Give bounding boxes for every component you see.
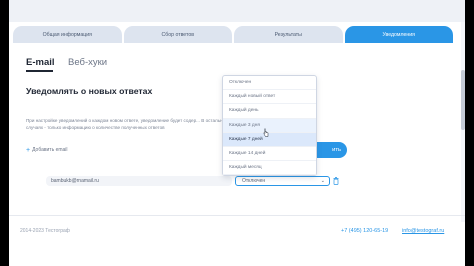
dropdown-option[interactable]: Отключен — [223, 76, 316, 91]
tab-notifications[interactable]: Уведомления — [344, 26, 453, 44]
footer-phone[interactable]: +7 (495) 120-65-19 — [341, 228, 388, 234]
scrollbar-thumb[interactable] — [461, 70, 465, 130]
dropdown-option[interactable]: Каждые 3 дня — [223, 118, 316, 133]
footer-email[interactable]: info@testograf.ru — [402, 228, 444, 234]
tab-results[interactable]: Результаты — [234, 26, 343, 44]
subtab-email[interactable]: E-mail — [26, 57, 55, 68]
tab-general[interactable]: Общая информация — [13, 26, 122, 44]
footer-divider — [9, 215, 465, 216]
section-tabs: Общая информация Сбор ответов Результаты… — [13, 26, 453, 44]
frequency-dropdown: Отключен Каждый новый ответ Каждый день … — [222, 75, 317, 176]
mouse-cursor-icon — [263, 128, 269, 137]
chevron-down-icon: ⌄ — [320, 178, 325, 184]
email-field[interactable]: bambukb@rnamail.ru — [46, 176, 232, 186]
frequency-select-value: Отключен — [242, 178, 266, 184]
notification-note: При настройке уведомлений о каждом новом… — [26, 118, 229, 130]
subtab-webhooks[interactable]: Веб-хуки — [68, 57, 107, 68]
plus-icon: + — [26, 147, 31, 154]
frequency-select[interactable]: Отключен ⌄ — [235, 176, 330, 186]
dropdown-option[interactable]: Каждые 14 дней — [223, 147, 316, 162]
right-letterbox — [465, 0, 474, 266]
add-email-label: Добавить email — [32, 147, 68, 153]
dropdown-option[interactable]: Каждый день — [223, 104, 316, 119]
section-heading: Уведомлять о новых ответах — [26, 86, 153, 96]
add-email-link[interactable]: + Добавить email — [26, 147, 68, 154]
dropdown-option[interactable]: Каждый новый ответ — [223, 90, 316, 105]
tab-collection[interactable]: Сбор ответов — [123, 26, 232, 44]
trash-icon[interactable] — [333, 177, 339, 185]
left-letterbox — [0, 0, 9, 266]
footer-copyright: 2014-2023 Тестограф — [20, 228, 70, 234]
dropdown-option[interactable]: Каждый месяц — [223, 161, 316, 176]
dropdown-option[interactable]: Каждые 7 дней — [223, 132, 316, 147]
subtab-underline — [26, 70, 53, 72]
top-band — [9, 0, 465, 22]
